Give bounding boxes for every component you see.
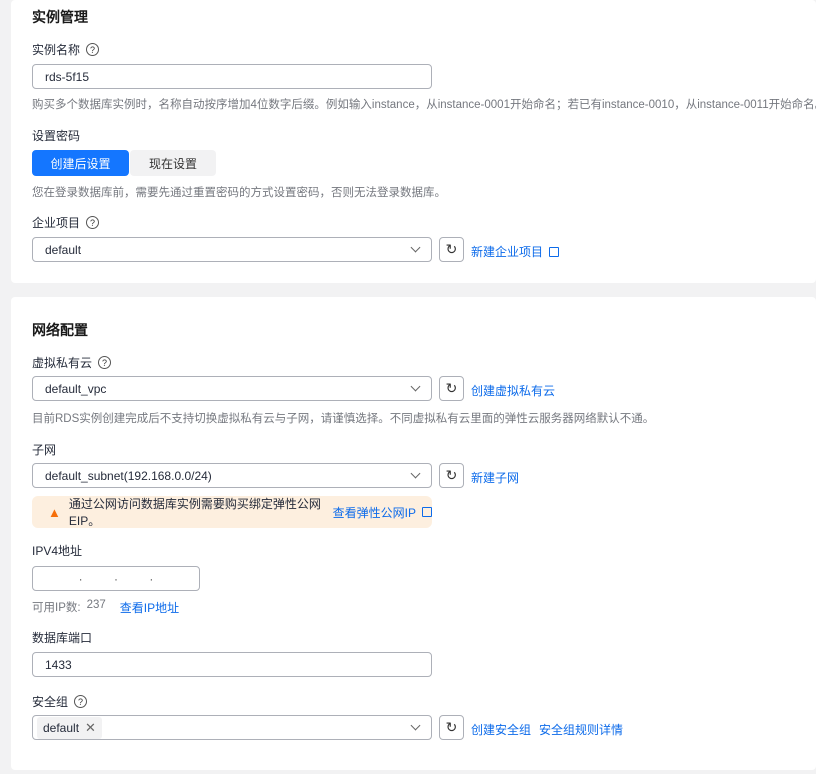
link-text: 新建企业项目 xyxy=(471,245,544,259)
ip-available: 可用IP数: 237 查看IP地址 xyxy=(32,599,179,616)
vpc-label: 虚拟私有云? xyxy=(32,354,112,371)
chevron-down-icon xyxy=(410,381,421,392)
external-link-icon xyxy=(549,246,560,257)
project-label: 企业项目? xyxy=(32,214,100,231)
password-toggle: 创建后设置 现在设置 xyxy=(32,150,216,176)
label-text: 安全组 xyxy=(32,695,69,709)
close-icon[interactable]: ✕ xyxy=(85,720,96,736)
warning-icon: ▲ xyxy=(48,504,61,520)
security-group-label: 安全组? xyxy=(32,693,88,710)
link-text: 查看弹性公网IP xyxy=(332,505,416,520)
ip-available-count: 237 xyxy=(86,599,106,611)
vpc-select[interactable]: default_vpc xyxy=(32,376,432,401)
port-label: 数据库端口 xyxy=(32,631,93,645)
label-text: 实例名称 xyxy=(32,43,81,57)
ip-available-label: 可用IP数: xyxy=(32,602,81,614)
password-label: 设置密码 xyxy=(32,129,81,143)
help-icon[interactable]: ? xyxy=(86,216,100,229)
instance-name-input[interactable]: rds-5f15 xyxy=(32,64,432,89)
instance-management-panel: 实例管理 实例名称? rds-5f15 购买多个数据库实例时，名称自动按序增加4… xyxy=(11,0,816,283)
subnet-label: 子网 xyxy=(32,443,57,457)
label-text: 企业项目 xyxy=(32,216,81,230)
network-config-panel: 网络配置 虚拟私有云? default_vpc ↻ 创建虚拟私有云 目前RDS实… xyxy=(11,297,816,770)
select-value: default_subnet(192.168.0.0/24) xyxy=(45,468,212,483)
password-hint: 您在登录数据库前，需要先通过重置密码的方式设置密码，否则无法登录数据库。 xyxy=(32,187,446,199)
eip-alert: ▲ 通过公网访问数据库实例需要购买绑定弹性公网EIP。 查看弹性公网IP xyxy=(32,496,432,528)
help-icon[interactable]: ? xyxy=(74,695,88,708)
set-now-button[interactable]: 现在设置 xyxy=(130,150,216,176)
refresh-icon[interactable]: ↻ xyxy=(439,237,464,262)
chevron-down-icon xyxy=(410,242,421,253)
create-vpc-link[interactable]: 创建虚拟私有云 xyxy=(471,382,555,399)
instance-name-hint: 购买多个数据库实例时，名称自动按序增加4位数字后缀。例如输入instance，从… xyxy=(32,99,816,111)
create-security-group-link[interactable]: 创建安全组 xyxy=(471,721,531,738)
view-eip-link[interactable]: 查看弹性公网IP xyxy=(333,504,432,521)
chevron-down-icon xyxy=(410,468,421,479)
security-group-links: 创建安全组 安全组规则详情 xyxy=(471,721,623,738)
ipv4-input[interactable]: · · · xyxy=(32,566,200,591)
section-title: 实例管理 xyxy=(32,9,88,25)
help-icon[interactable]: ? xyxy=(98,356,112,369)
chevron-down-icon xyxy=(410,720,421,731)
label-text: 虚拟私有云 xyxy=(32,356,93,370)
create-subnet-link[interactable]: 新建子网 xyxy=(471,469,519,486)
subnet-select[interactable]: default_subnet(192.168.0.0/24) xyxy=(32,463,432,488)
port-input[interactable]: 1433 xyxy=(32,652,432,677)
security-group-rules-link[interactable]: 安全组规则详情 xyxy=(539,721,623,738)
select-value: default xyxy=(45,242,82,257)
security-group-select[interactable]: default ✕ xyxy=(32,715,432,740)
tag-text: default xyxy=(43,720,80,735)
ipv4-label: IPV4地址 xyxy=(32,544,83,558)
view-ip-link[interactable]: 查看IP地址 xyxy=(120,599,179,616)
alert-text: 通过公网访问数据库实例需要购买绑定弹性公网EIP。 xyxy=(68,497,321,528)
instance-name-label: 实例名称? xyxy=(32,41,100,58)
refresh-icon[interactable]: ↻ xyxy=(439,715,464,740)
create-project-link[interactable]: 新建企业项目 xyxy=(471,243,560,260)
project-select[interactable]: default xyxy=(32,237,432,262)
section-title: 网络配置 xyxy=(32,322,88,338)
refresh-icon[interactable]: ↻ xyxy=(439,463,464,488)
external-link-icon xyxy=(422,507,432,517)
select-value: default_vpc xyxy=(45,381,107,396)
security-group-tag: default ✕ xyxy=(37,716,102,739)
set-after-create-button[interactable]: 创建后设置 xyxy=(32,150,129,176)
help-icon[interactable]: ? xyxy=(86,43,100,56)
refresh-icon[interactable]: ↻ xyxy=(439,376,464,401)
vpc-hint: 目前RDS实例创建完成后不支持切换虚拟私有云与子网，请谨慎选择。不同虚拟私有云里… xyxy=(32,413,655,425)
